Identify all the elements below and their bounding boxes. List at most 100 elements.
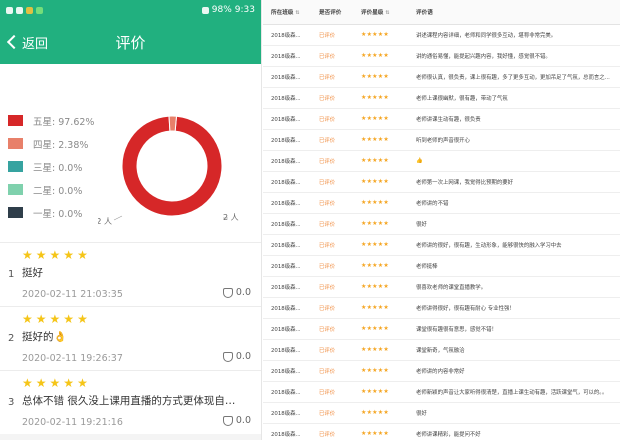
star-icon: ★ bbox=[35, 312, 47, 326]
like-count: 0.0 bbox=[235, 351, 251, 362]
status-cell: 已评价 bbox=[311, 45, 353, 67]
class-cell: 2018级森... bbox=[263, 255, 311, 277]
star-icon: ★ bbox=[49, 312, 61, 326]
column-header-label: 评价星级 bbox=[361, 9, 384, 16]
table-row: 2018级森... 已评价 ★★★★★ 老师讲课生动有趣，很负责 bbox=[263, 108, 620, 130]
rating-cell: ★★★★★ bbox=[353, 276, 408, 298]
table-row: 2018级森... 已评价 ★★★★★ 讲述课程内容详细，老师和同学很多互动，堪称非常… bbox=[263, 24, 620, 46]
nav-bar: 返回 评价 bbox=[0, 20, 261, 64]
legend-label: 五星: 97.62% bbox=[33, 116, 95, 128]
status-cell: 已评价 bbox=[311, 318, 353, 340]
comment-cell: 老师很认真，很负责，课上很有趣，多了更多互动，更加吊足了气氛，总而言之... bbox=[408, 66, 620, 88]
status-cell: 已评价 bbox=[311, 171, 353, 193]
class-cell: 2018级森... bbox=[263, 276, 311, 298]
table-row: 2018级森... 已评价 ★★★★★ 老师很认真，很负责，课上很有趣，多了更多互动，… bbox=[263, 66, 620, 88]
status-bar: 98% 9:33 bbox=[0, 0, 261, 20]
comment-cell: 老师挺棒 bbox=[408, 255, 620, 277]
comment-cell: 老师讲课精彩，能提问不好 bbox=[408, 423, 620, 440]
table-row: 2018级森... 已评价 ★★★★★ 老师讲得很好，很有趣有耐心 专业性强！ bbox=[263, 297, 620, 319]
rating-cell: ★★★★★ bbox=[353, 360, 408, 382]
star-icon: ★ bbox=[77, 248, 88, 262]
column-header[interactable]: 评价语 bbox=[408, 0, 620, 25]
comment-cell: 老师讲的很好，很有趣，生动形象，能够很快的融入学习中去 bbox=[408, 234, 620, 256]
comment-cell: 👍 bbox=[408, 150, 620, 172]
rating-cell: ★★★★★ bbox=[353, 339, 408, 361]
like-button[interactable]: 0.0 bbox=[222, 415, 251, 426]
like-icon bbox=[222, 415, 233, 426]
class-cell: 2018级森... bbox=[263, 423, 311, 440]
evaluation-table: 所在班级 ⇅ 是否评价 评价星级 ⇅ 评价语 2018级森... 已评价 ★★★★★ 讲述课程内… bbox=[263, 0, 620, 440]
legend-swatch bbox=[8, 138, 23, 149]
table-row: 2018级森... 已评价 ★★★★★ 很好 bbox=[263, 213, 620, 235]
status-icons-right: 98% 9:33 bbox=[201, 5, 255, 15]
class-cell: 2018级森... bbox=[263, 192, 311, 214]
status-cell: 已评价 bbox=[311, 381, 353, 403]
star-icon: ★ bbox=[22, 376, 33, 390]
rating-cell: ★★★★★ bbox=[353, 255, 408, 277]
back-button[interactable]: 返回 bbox=[6, 20, 48, 64]
status-cell: 已评价 bbox=[311, 24, 353, 46]
column-header-label: 所在班级 bbox=[271, 9, 294, 16]
alarm-icon bbox=[201, 6, 209, 14]
column-header[interactable]: 评价星级 ⇅ bbox=[353, 0, 408, 25]
donut-slice-四星 bbox=[168, 115, 178, 132]
chart-legend: 五星: 97.62% 四星: 2.38% 三星: 0.0% 二星: 0.0% 一星: 0… bbox=[8, 109, 94, 224]
class-cell: 2018级森... bbox=[263, 24, 311, 46]
class-cell: 2018级森... bbox=[263, 360, 311, 382]
class-cell: 2018级森... bbox=[263, 66, 311, 88]
review-item: 1 ★ ★ ★ ★ ★ 挺好 2020-02-11 21:03:35 0.0 bbox=[0, 242, 261, 306]
column-header[interactable]: 所在班级 ⇅ bbox=[263, 0, 311, 25]
review-stars: ★ ★ ★ ★ ★ bbox=[22, 371, 261, 391]
clock: 9:33 bbox=[234, 5, 255, 15]
class-cell: 2018级森... bbox=[263, 108, 311, 130]
class-cell: 2018级森... bbox=[263, 339, 311, 361]
app-notification-icon bbox=[26, 6, 33, 14]
star-icon: ★ bbox=[77, 376, 88, 390]
rating-cell: ★★★★★ bbox=[353, 423, 408, 440]
legend-swatch bbox=[8, 161, 23, 172]
status-cell: 已评价 bbox=[311, 234, 353, 256]
class-cell: 2018级森... bbox=[263, 87, 311, 109]
comment-cell: 听到老师的声音很开心 bbox=[408, 129, 620, 151]
table-row: 2018级森... 已评价 ★★★★★ 老师挺棒 bbox=[263, 255, 620, 277]
table-row: 2018级森... 已评价 ★★★★★ 课堂新奇，气氛融洽 bbox=[263, 339, 620, 361]
legend-label: 二星: 0.0% bbox=[33, 185, 83, 197]
rating-cell: ★★★★★ bbox=[353, 213, 408, 235]
legend-item: 三星: 0.0% bbox=[8, 155, 94, 178]
app-notification-icon bbox=[36, 6, 43, 14]
column-header[interactable]: 是否评价 bbox=[311, 0, 353, 25]
like-count: 0.0 bbox=[235, 415, 251, 426]
comment-cell: 讲的通俗易懂，能提起兴趣内容，我好懂，感觉很不错。 bbox=[408, 45, 620, 67]
class-cell: 2018级森... bbox=[263, 129, 311, 151]
like-button[interactable]: 0.0 bbox=[222, 351, 251, 362]
status-cell: 已评价 bbox=[311, 423, 353, 440]
comment-cell: 老师讲的不错 bbox=[408, 192, 620, 214]
table-row: 2018级森... 已评价 ★★★★★ 老师讲的内容非常好 bbox=[263, 360, 620, 382]
rating-cell: ★★★★★ bbox=[353, 108, 408, 130]
table-row: 2018级森... 已评价 ★★★★★ 听到老师的声音很开心 bbox=[263, 129, 620, 151]
class-cell: 2018级森... bbox=[263, 234, 311, 256]
rating-donut-chart: 82 人 2 人 bbox=[98, 115, 239, 226]
like-button[interactable]: 0.0 bbox=[222, 287, 251, 298]
review-stars: ★ ★ ★ ★ ★ bbox=[22, 307, 261, 327]
comment-cell: 很好 bbox=[408, 402, 620, 424]
rating-cell: ★★★★★ bbox=[353, 45, 408, 67]
chevron-left-icon bbox=[6, 34, 22, 50]
status-cell: 已评价 bbox=[311, 276, 353, 298]
rating-cell: ★★★★★ bbox=[353, 150, 408, 172]
legend-label: 一星: 0.0% bbox=[33, 208, 83, 220]
class-cell: 2018级森... bbox=[263, 45, 311, 67]
table-row: 2018级森... 已评价 ★★★★★ 老师讲课精彩，能提问不好 bbox=[263, 423, 620, 440]
star-icon: ★ bbox=[63, 376, 75, 390]
table-row: 2018级森... 已评价 ★★★★★ 👍 bbox=[263, 150, 620, 172]
table-row: 2018级森... 已评价 ★★★★★ 老师新颖的声音让大家听得很清楚，直播上课生动有… bbox=[263, 381, 620, 403]
evaluation-table-panel: 所在班级 ⇅ 是否评价 评价星级 ⇅ 评价语 2018级森... 已评价 ★★★★★ 讲述课程内… bbox=[263, 0, 620, 440]
comment-cell: 老师新颖的声音让大家听得很清楚，直播上课生动有趣，活跃课堂气，可以的。。 bbox=[408, 381, 620, 403]
review-list: 1 ★ ★ ★ ★ ★ 挺好 2020-02-11 21:03:35 0.0 2 ★ ★ ★ ★ ★ 挺好的👌… bbox=[0, 242, 261, 434]
table-header-row: 所在班级 ⇅ 是否评价 评价星级 ⇅ 评价语 bbox=[263, 0, 620, 25]
table-row: 2018级森... 已评价 ★★★★★ 老师讲的很好，很有趣，生动形象，能够很快的融入… bbox=[263, 234, 620, 256]
class-cell: 2018级森... bbox=[263, 381, 311, 403]
review-text: 挺好的👌 bbox=[22, 331, 67, 343]
battery-percent: 98% bbox=[211, 5, 232, 15]
comment-cell: 老师上课很幽默，很有趣，带动了气氛 bbox=[408, 87, 620, 109]
